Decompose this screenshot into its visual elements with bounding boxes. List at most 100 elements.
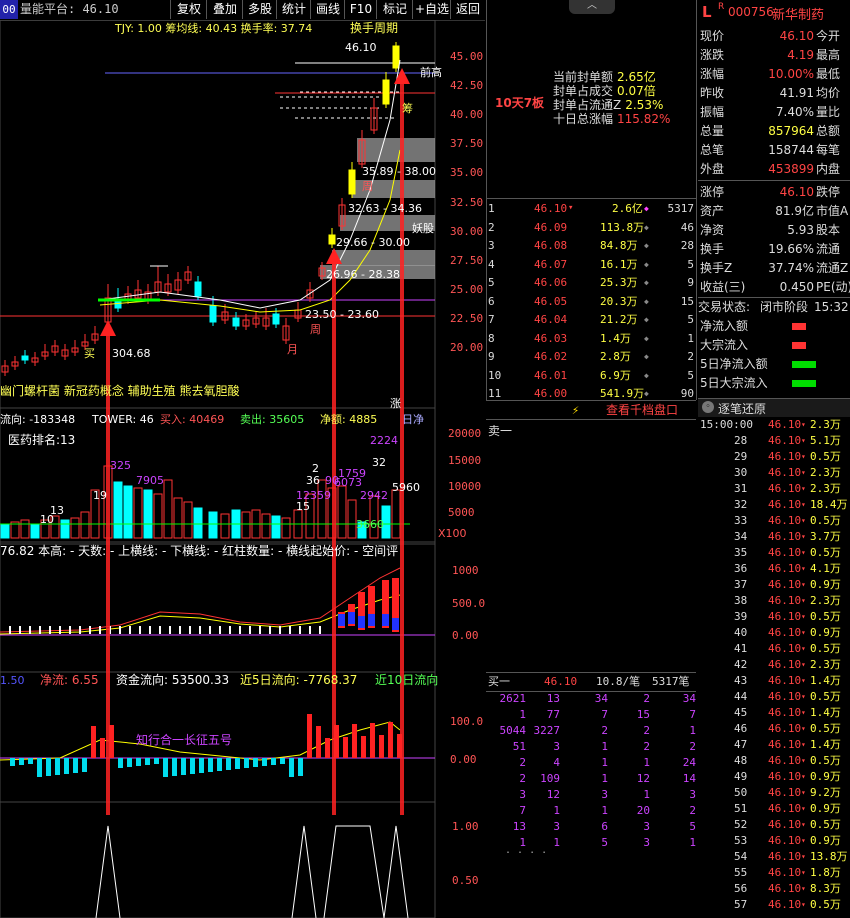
buy-one-count: 5317笔 [652, 675, 690, 688]
money-bar [325, 738, 330, 758]
quote-label: 换手 [700, 242, 725, 256]
queue-row: 7 1 1 20 2 [486, 803, 696, 819]
tick-dir-icon: ▾ [801, 644, 806, 653]
orderbook-row[interactable]: 8 46.03 1.4万 ◆ 1 [486, 329, 696, 348]
quote-right-label: 流通Z [816, 261, 849, 275]
queue-cell: 1 [601, 740, 608, 753]
vol-num-32: 32 [372, 456, 386, 469]
tick-volume: 0.5万 [810, 722, 841, 735]
quote-row: 换手Z 37.74% 流通Z [698, 259, 850, 278]
tick-price: 46.10 [768, 834, 802, 847]
tick-price: 46.10 [768, 898, 802, 911]
toolbar-button-4[interactable]: 画线 [310, 0, 345, 19]
volume-bar [30, 523, 40, 539]
volume-bar [220, 513, 230, 539]
queue-cell: 34 [594, 692, 608, 705]
tick-dir-icon: ▾ [801, 500, 806, 509]
front-high-label: 前高 [420, 66, 442, 79]
toolbar-button-2[interactable]: 多股 [242, 0, 277, 19]
tick-dir-icon: ▾ [801, 868, 806, 877]
money-bar [379, 735, 384, 758]
queue-cell: 1 [601, 756, 608, 769]
queue-row: 2 4 1 1 24 [486, 755, 696, 771]
sell-one-label: 卖一 [488, 424, 513, 438]
tick-time: 35 [734, 546, 748, 559]
toolbar-button-8[interactable]: 返回 [450, 0, 485, 19]
orderbook-row[interactable]: 5 46.06 25.3万 ◆ 9 [486, 273, 696, 292]
toolbar-button-1[interactable]: 叠加 [206, 0, 243, 19]
quote-label: 资产 [700, 204, 725, 218]
level-count: 28 [680, 239, 694, 252]
volume-bar [70, 517, 80, 539]
vol-num-3660: 3660 [356, 518, 384, 531]
tick-dir-icon: ▾ [801, 452, 806, 461]
queue-cell: 1 [553, 836, 560, 849]
tick-time: 52 [734, 818, 748, 831]
money-bar [82, 758, 87, 772]
quote-row: 换手 19.66% 流通 [698, 240, 850, 259]
tick-row: 33 46.10 ▾ 0.5万 [698, 513, 850, 529]
toolbar-button-6[interactable]: 标记 [376, 0, 413, 19]
orderbook-row[interactable]: 10 46.01 6.9万 ◆ 5 [486, 366, 696, 385]
orderbook-row[interactable]: 6 46.05 20.3万 ◆ 15 [486, 292, 696, 311]
volume-bar [183, 501, 193, 539]
tick-time: 45 [734, 706, 748, 719]
volume-bar [80, 511, 90, 539]
volume-bar [60, 519, 70, 539]
buy-one-price: 46.10 [544, 675, 578, 688]
tick-volume: 0.5万 [810, 514, 841, 527]
collapse-button[interactable]: ︿ [569, 0, 615, 14]
tick-time: 15:00:00 [700, 418, 753, 431]
vol_axis-tick: 20000 [448, 427, 482, 440]
level-volume: 1.4万 [600, 331, 631, 345]
red-arrow-head [100, 320, 116, 336]
quote-label: 总笔 [700, 143, 725, 157]
toolbar-button-5[interactable]: F10 [344, 0, 377, 19]
money-bar [352, 724, 357, 758]
quote-row: 涨跌 4.19 最高 [698, 46, 850, 65]
toolbar-button-0[interactable]: 复权 [170, 0, 207, 19]
depth-link[interactable]: 查看千档盘口 [606, 401, 678, 419]
tick-dir-icon: ▾ [801, 708, 806, 717]
orderbook-row[interactable]: 1 46.10 ▾ 2.6亿 ◆ 5317 [486, 199, 696, 218]
diamond-icon: ◆ [644, 222, 649, 232]
volume-bar [281, 517, 291, 539]
money-bar [370, 723, 375, 758]
quote-value: 857964 [768, 124, 814, 138]
queue-cell: 3 [519, 788, 526, 801]
level-count: 5 [687, 368, 694, 382]
orderbook-row[interactable]: 4 46.07 16.1万 ◆ 5 [486, 255, 696, 274]
toolbar-button-7[interactable]: +自选 [412, 0, 451, 19]
orderbook-row[interactable]: 2 46.09 113.8万 ◆ 46 [486, 218, 696, 237]
limit-stat-label: 当前封单额 [553, 70, 614, 84]
level-count: 15 [680, 294, 694, 308]
tick-price: 46.10 [768, 658, 802, 671]
limit-stat-label: 十日总涨幅 [553, 112, 614, 126]
depth-link-bar[interactable]: ⚡ 查看千档盘口 [486, 400, 696, 420]
limit-stat-row: 当前封单额 2.65亿 [553, 70, 656, 84]
level-count: 5 [687, 257, 694, 271]
level-num: 10 [488, 368, 502, 382]
quote-value: 46.10 [779, 185, 814, 199]
orderbook-row[interactable]: 9 46.02 2.8万 ◆ 2 [486, 347, 696, 366]
toolbar-button-3[interactable]: 统计 [276, 0, 311, 19]
tick-volume: 0.5万 [810, 450, 841, 463]
tick-dir-icon: ▾ [801, 628, 806, 637]
queue-cell: 3 [553, 820, 560, 833]
orderbook-row[interactable]: 7 46.04 21.2万 ◆ 5 [486, 310, 696, 329]
panel-frame [0, 801, 436, 918]
quote-label: 收益(三) [700, 280, 746, 294]
orderbook-row[interactable]: 3 46.08 84.8万 ◆ 28 [486, 236, 696, 255]
quote-label: 换手Z [700, 261, 733, 275]
tick-dir-icon: ▾ [801, 676, 806, 685]
money-j5: 近5日流向: -7768.37 [240, 673, 358, 687]
tick-row: 36 46.10 ▾ 4.1万 [698, 561, 850, 577]
ticks-header[interactable]: ◦ 逐笔还原 [698, 398, 850, 417]
tick-dir-icon: ▾ [801, 532, 806, 541]
queue-cell: 1 [601, 804, 608, 817]
tick-volume: 2.3万 [810, 466, 841, 479]
candles [1, 42, 400, 376]
ticks-icon: ◦ [702, 401, 714, 413]
zone-label-2: 32.63 - 34.36 [348, 202, 422, 215]
queue-cell: 2 [519, 772, 526, 785]
